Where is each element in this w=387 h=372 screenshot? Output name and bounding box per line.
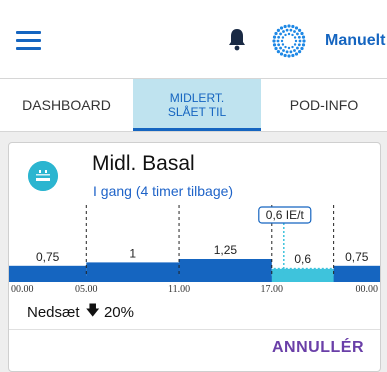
card-title: Midl. Basal (92, 152, 195, 175)
basal-bar-3 (271, 267, 334, 282)
temp-basal-card: Midl. Basal I gang (4 timer tilbage) 0,7… (8, 142, 381, 372)
bar-value-label: 0,75 (36, 250, 60, 264)
temp-basal-icon (28, 161, 58, 191)
cancel-button[interactable]: ANNULLÉR (272, 339, 364, 357)
dashboard-content: Midl. Basal I gang (4 timer tilbage) 0,7… (0, 132, 387, 372)
card-status: I gang (4 timer tilbage) (93, 183, 234, 199)
hamburger-menu-icon[interactable] (16, 31, 41, 51)
tab-label: POD-INFO (289, 97, 359, 113)
reduce-value: 20% (103, 303, 134, 321)
x-tick-label: 00.00 (356, 284, 379, 293)
tab-pod-info[interactable]: POD-INFO (261, 79, 387, 131)
basal-bar-2 (179, 259, 272, 276)
basal-chart: 0,75 1 1,25 0,6 0,75 0,6 IE/t 00.00 05.00 11.00 1… (9, 205, 380, 293)
dotted-ring-icon (272, 24, 306, 58)
tab-bar: DASHBOARD MIDLERT. SLÅET TIL POD-INFO (0, 79, 387, 131)
x-tick-label: 17.00 (261, 284, 284, 293)
current-rate-label: 0,6 IE/t (266, 208, 305, 222)
basal-bar-4 (333, 265, 380, 276)
bar-value-label: 1 (129, 246, 136, 260)
basal-bar-1 (86, 262, 180, 276)
tab-temp-basal[interactable]: MIDLERT. SLÅET TIL (133, 79, 261, 131)
bar-value-label: 0,75 (345, 250, 369, 264)
mode-label[interactable]: Manuelt (325, 32, 385, 50)
reduce-label: Nedsæt (27, 303, 80, 321)
basal-bar-0 (9, 265, 87, 276)
tab-label: MIDLERT. SLÅET TIL (167, 91, 227, 119)
bar-value-label: 1,25 (214, 243, 238, 257)
reduce-row: Nedsæt 🡇 20% (27, 300, 134, 324)
top-app-bar: Manuelt (0, 0, 387, 78)
bar-value-label: 0,6 (294, 252, 311, 266)
bell-icon[interactable] (226, 27, 248, 51)
x-tick-label: 05.00 (75, 284, 98, 293)
tab-label: DASHBOARD (22, 97, 111, 113)
tab-dashboard[interactable]: DASHBOARD (0, 79, 133, 131)
x-tick-label: 00.00 (11, 284, 34, 293)
down-arrow-icon: 🡇 (85, 302, 100, 318)
divider (9, 329, 380, 330)
x-tick-label: 11.00 (168, 284, 190, 293)
